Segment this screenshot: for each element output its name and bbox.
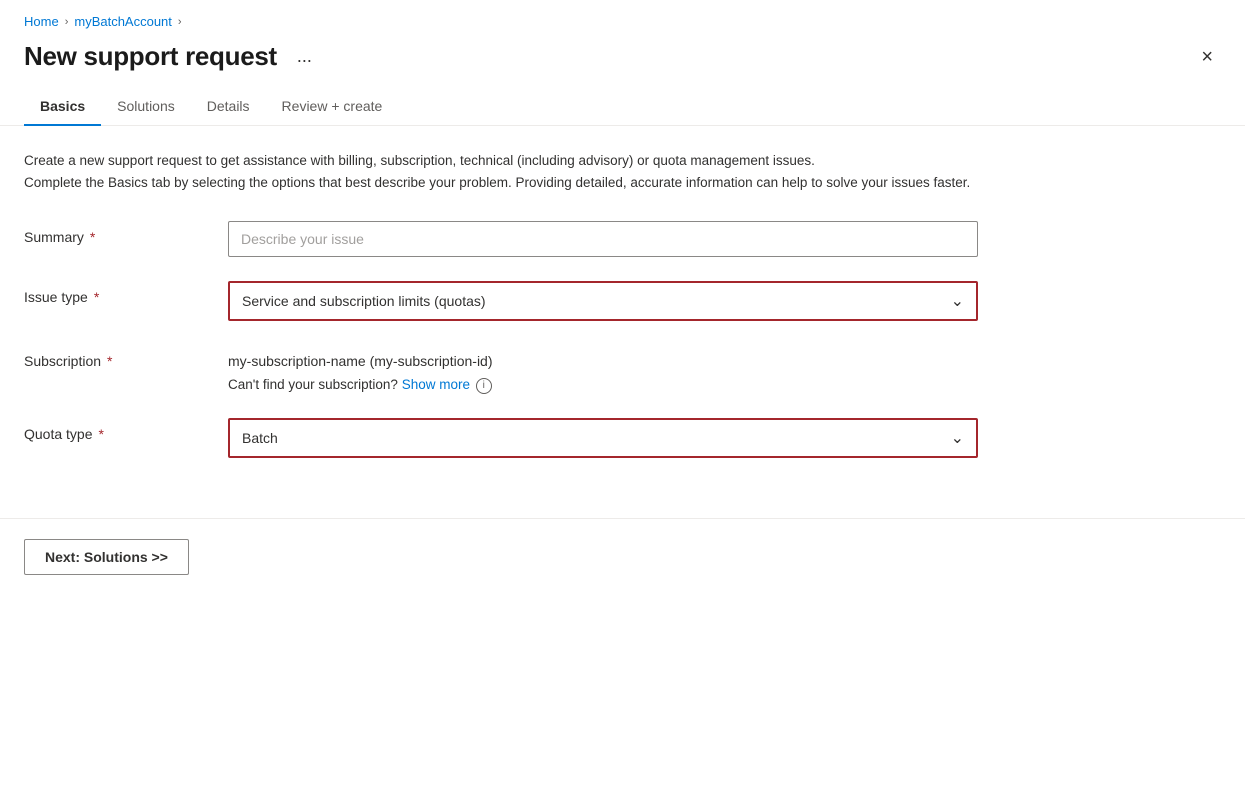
summary-row: Summary* (24, 221, 1174, 257)
quota-type-control: Batch Compute Storage Networking ⌄ (228, 418, 978, 458)
quota-type-required: * (99, 426, 104, 442)
tab-review-create[interactable]: Review + create (266, 88, 399, 126)
info-icon[interactable]: i (476, 378, 492, 394)
tab-basics[interactable]: Basics (24, 88, 101, 126)
show-more-link[interactable]: Show more (402, 377, 470, 392)
summary-input[interactable] (228, 221, 978, 257)
description-line2: Complete the Basics tab by selecting the… (24, 175, 970, 190)
breadcrumb-chevron-1: › (65, 16, 69, 28)
subscription-sub: Can't find your subscription? Show more … (228, 377, 978, 393)
issue-type-label: Issue type* (24, 281, 204, 305)
page-title: New support request (24, 41, 277, 72)
issue-type-select-wrap: Service and subscription limits (quotas)… (228, 281, 978, 321)
issue-type-required: * (94, 289, 99, 305)
subscription-value: my-subscription-name (my-subscription-id… (228, 345, 978, 369)
form-section: Summary* Issue type* Service and subscri… (24, 221, 1174, 457)
tab-solutions[interactable]: Solutions (101, 88, 191, 126)
breadcrumb-chevron-2: › (178, 16, 182, 28)
footer: Next: Solutions >> (0, 519, 1245, 595)
tabs-container: Basics Solutions Details Review + create (0, 88, 1245, 126)
issue-type-select[interactable]: Service and subscription limits (quotas)… (230, 283, 976, 319)
breadcrumb-account[interactable]: myBatchAccount (74, 14, 172, 29)
summary-label: Summary* (24, 221, 204, 245)
quota-type-select[interactable]: Batch Compute Storage Networking (230, 420, 976, 456)
breadcrumb: Home › myBatchAccount › (0, 0, 1245, 37)
summary-control (228, 221, 978, 257)
subscription-row: Subscription* my-subscription-name (my-s… (24, 345, 1174, 393)
description-text: Create a new support request to get assi… (24, 150, 1124, 193)
issue-type-row: Issue type* Service and subscription lim… (24, 281, 1174, 321)
more-options-button[interactable]: ... (289, 42, 320, 71)
content-area: Create a new support request to get assi… (0, 126, 1245, 458)
quota-type-select-wrap: Batch Compute Storage Networking ⌄ (228, 418, 978, 458)
close-button[interactable]: × (1193, 43, 1221, 71)
quota-type-label: Quota type* (24, 418, 204, 442)
tab-details[interactable]: Details (191, 88, 266, 126)
page-header: New support request ... × (0, 37, 1245, 88)
subscription-required: * (107, 353, 112, 369)
description-line1: Create a new support request to get assi… (24, 153, 815, 168)
subscription-control: my-subscription-name (my-subscription-id… (228, 345, 978, 393)
page-header-left: New support request ... (24, 41, 320, 72)
breadcrumb-home[interactable]: Home (24, 14, 59, 29)
issue-type-control: Service and subscription limits (quotas)… (228, 281, 978, 321)
subscription-sub-text: Can't find your subscription? (228, 377, 398, 392)
subscription-label: Subscription* (24, 345, 204, 369)
summary-required: * (90, 229, 95, 245)
next-solutions-button[interactable]: Next: Solutions >> (24, 539, 189, 575)
quota-type-row: Quota type* Batch Compute Storage Networ… (24, 418, 1174, 458)
